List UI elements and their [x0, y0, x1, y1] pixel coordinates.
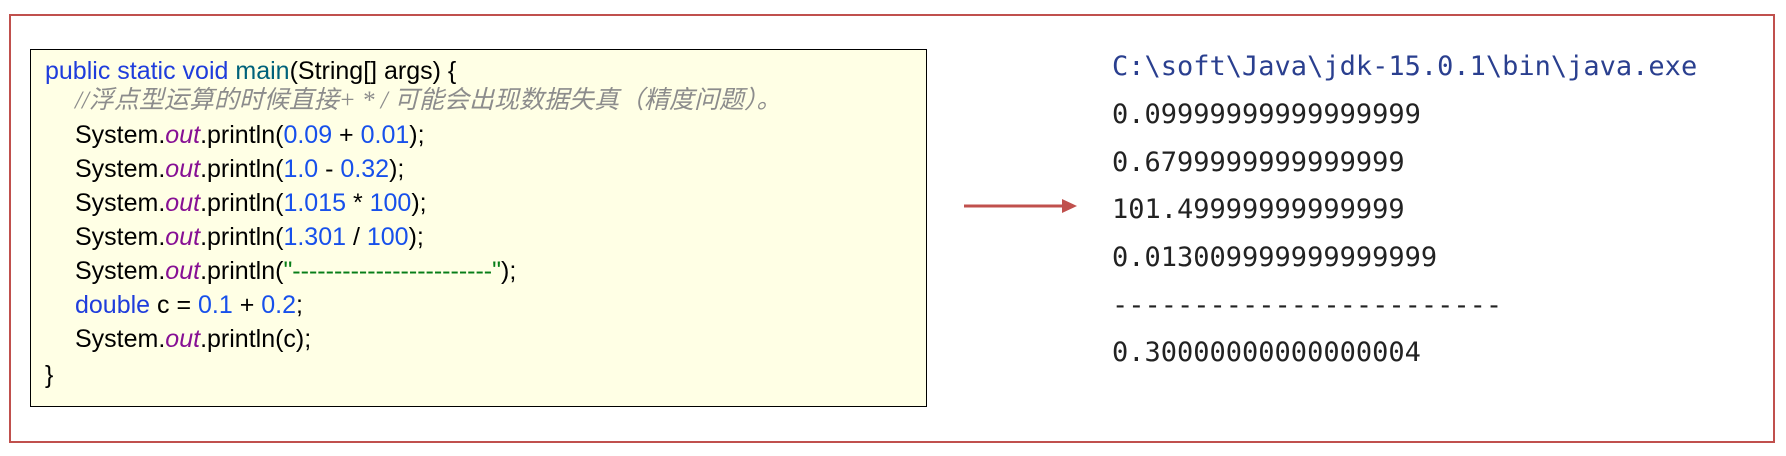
console-separator: ------------------------: [1112, 290, 1503, 321]
code-line-double-decl: double c = 0.1 + 0.2;: [75, 290, 303, 320]
number-literal: 1.301: [283, 223, 346, 251]
number-literal: 0.2: [261, 291, 297, 319]
out-field: out: [165, 121, 201, 149]
number-literal: 100: [369, 189, 412, 217]
operator: *: [346, 189, 370, 217]
println-call: .println(: [200, 121, 284, 149]
call-close: );: [411, 189, 427, 217]
console-line: 101.49999999999999: [1112, 194, 1405, 225]
semicolon: ;: [296, 291, 303, 319]
call-close: );: [409, 121, 425, 149]
system-class: System.: [75, 121, 166, 149]
arrow-right-icon: [964, 199, 1077, 213]
system-class: System.: [75, 223, 166, 251]
number-literal: 1.0: [283, 155, 319, 183]
code-block: public static void main(String[] args) {…: [30, 49, 927, 407]
code-line-main-signature: public static void main(String[] args) {: [45, 56, 456, 86]
println-call: .println(: [200, 155, 284, 183]
keyword-public-static-void: public static void: [45, 57, 236, 85]
code-line-println-3: System.out.println(1.015 * 100);: [75, 188, 427, 218]
number-literal: 100: [366, 223, 409, 251]
code-line-println-4: System.out.println(1.301 / 100);: [75, 222, 424, 252]
call-close: );: [408, 223, 424, 251]
operator: +: [332, 121, 361, 149]
call-close: );: [501, 257, 517, 285]
number-literal: 0.01: [360, 121, 410, 149]
println-call: .println(: [200, 257, 284, 285]
println-call: .println(c);: [200, 325, 312, 353]
variable-assign: c =: [150, 291, 199, 319]
number-literal: 0.09: [283, 121, 333, 149]
operator: +: [232, 291, 262, 319]
operator: -: [318, 155, 341, 183]
code-line-println-dashes: System.out.println("--------------------…: [75, 256, 516, 286]
operator: /: [346, 223, 367, 251]
console-line: 0.6799999999999999: [1112, 147, 1405, 178]
println-call: .println(: [200, 223, 284, 251]
method-name-main: main: [235, 57, 290, 85]
console-line: 0.09999999999999999: [1112, 99, 1421, 130]
number-literal: 1.015: [283, 189, 346, 217]
console-java-path: C:\soft\Java\jdk-15.0.1\bin\java.exe: [1112, 51, 1698, 82]
number-literal: 0.1: [198, 291, 233, 319]
number-literal: 0.32: [340, 155, 390, 183]
out-field: out: [165, 325, 201, 353]
console-line: 0.30000000000000004: [1112, 337, 1421, 368]
code-line-println-2: System.out.println(1.0 - 0.32);: [75, 154, 404, 184]
system-class: System.: [75, 189, 166, 217]
string-literal: "------------------------": [283, 257, 501, 285]
main-params: (String[] args) {: [289, 57, 457, 85]
out-field: out: [165, 189, 201, 217]
call-close: );: [389, 155, 405, 183]
keyword-double: double: [75, 291, 151, 319]
code-closing-brace: }: [45, 361, 54, 389]
code-line-println-1: System.out.println(0.09 + 0.01);: [75, 120, 425, 150]
code-line-println-c: System.out.println(c);: [75, 324, 311, 354]
system-class: System.: [75, 325, 166, 353]
println-call: .println(: [200, 189, 284, 217]
system-class: System.: [75, 155, 166, 183]
system-class: System.: [75, 257, 166, 285]
out-field: out: [165, 223, 201, 251]
out-field: out: [165, 257, 201, 285]
code-comment: //浮点型运算的时候直接+ * / 可能会出现数据失真（精度问题）。: [75, 87, 782, 114]
console-line: 0.013009999999999999: [1112, 242, 1438, 273]
out-field: out: [165, 155, 201, 183]
